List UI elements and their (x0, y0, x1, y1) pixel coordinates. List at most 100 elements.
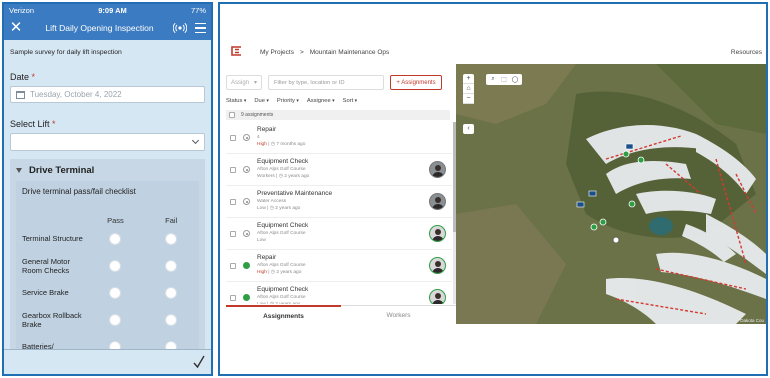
lasso-icon[interactable]: ◯ (510, 75, 520, 84)
assignment-priority: Low (257, 302, 266, 304)
assignment-age: 2 years ago (275, 302, 300, 304)
assignment-checkbox[interactable] (230, 166, 236, 173)
survey-phone-panel: Verizon 9:09 AM 77% ✕ Lift Daily Opening… (2, 2, 213, 376)
assignment-checkbox[interactable] (230, 294, 236, 301)
assignment-priority: High (257, 142, 267, 148)
assignment-item[interactable]: Equipment Check Afton Alps Golf Course Wor… (226, 154, 452, 186)
assignment-title: Repair (257, 126, 277, 134)
assignment-priority: Low (257, 238, 266, 244)
map-tool-bar: ⌕ ⬚ ◯ (486, 74, 522, 85)
worker-avatar[interactable] (429, 161, 446, 178)
assignment-checkbox[interactable] (230, 230, 236, 237)
fail-radio[interactable] (165, 259, 178, 272)
filter-input[interactable]: Filter by type, location or ID (268, 75, 384, 90)
panel-tabs: Assignments Workers (226, 305, 456, 325)
assignment-item[interactable]: Preventative Maintenance Water Access Low … (226, 186, 452, 218)
breadcrumb: My Projects > Mountain Maintenance Ops (260, 49, 389, 56)
filter-due[interactable]: Due (254, 98, 269, 104)
location-signal-icon[interactable] (171, 19, 189, 37)
assignment-title: Repair (257, 254, 277, 262)
assignment-priority: Low (257, 206, 266, 212)
pass-radio[interactable] (109, 259, 122, 272)
status-icon (243, 230, 250, 237)
worker-avatar[interactable] (429, 193, 446, 210)
tab-workers[interactable]: Workers (341, 306, 456, 325)
submit-check-icon[interactable] (193, 355, 205, 369)
row-label: General Motor Room Checks (22, 256, 70, 275)
lift-select[interactable] (10, 133, 205, 151)
assignment-meta: Low | ◷ 2 years ago (257, 206, 301, 212)
zoom-out-icon[interactable]: − (463, 94, 474, 104)
chevron-down-icon (191, 136, 200, 145)
assignment-checkbox[interactable] (230, 262, 236, 269)
survey-app-bar: ✕ Lift Daily Opening Inspection (4, 16, 211, 40)
workforce-web-app: My Projects > Mountain Maintenance Ops R… (218, 2, 768, 376)
assignment-priority: High (257, 270, 267, 276)
checklist-grid: Drive terminal pass/fail checklist Pass … (16, 181, 199, 360)
search-icon[interactable]: ⌕ (488, 75, 498, 84)
new-assignments-button[interactable]: + Assignments (390, 75, 442, 90)
survey-title: Lift Daily Opening Inspection (45, 23, 154, 33)
assignment-title: Preventative Maintenance (257, 190, 333, 198)
fail-radio[interactable] (165, 232, 178, 245)
fail-radio[interactable] (165, 286, 178, 299)
worker-avatar[interactable] (429, 257, 446, 274)
grid-row: Gearbox Rollback Brake (16, 306, 199, 333)
assignment-item[interactable]: Repair 4 High | ◷ 7 months ago (226, 122, 452, 154)
assignment-text: Equipment Check Afton Alps Golf Course Wor… (257, 158, 429, 181)
hamburger-menu-icon[interactable] (189, 22, 211, 34)
filter-assignee[interactable]: Assignee (307, 98, 335, 104)
pass-radio[interactable] (109, 313, 122, 326)
pass-radio[interactable] (109, 286, 122, 299)
assignment-location: Afton Alps Golf Course (257, 166, 306, 172)
assignment-age: 7 months ago (276, 142, 306, 148)
assignment-meta: High | ◷ 7 months ago (257, 142, 306, 148)
assignment-title: Equipment Check (257, 158, 309, 166)
assignment-checkbox[interactable] (230, 134, 236, 141)
zoom-in-icon[interactable]: + (463, 74, 474, 84)
status-icon (243, 294, 250, 301)
grid-title: Drive terminal pass/fail checklist (22, 187, 136, 196)
select-all-row: 9 assignments (226, 110, 450, 120)
assignment-list: Repair 4 High | ◷ 7 months ago Equipment Ch… (226, 122, 452, 304)
assignment-checkbox[interactable] (230, 198, 236, 205)
collapse-panel-icon[interactable]: ‹ (463, 124, 474, 134)
zoom-controls: + ⌂ − (463, 74, 474, 104)
fail-radio[interactable] (165, 313, 178, 326)
group-header[interactable]: Drive Terminal (10, 159, 205, 181)
worker-avatar[interactable] (429, 289, 446, 304)
assignment-text: Preventative Maintenance Water Access Low … (257, 190, 429, 213)
select-tool-icon[interactable]: ⬚ (499, 75, 509, 84)
assignment-text: Repair 4 High | ◷ 7 months ago (257, 126, 452, 149)
assignment-age: 2 years ago (284, 174, 310, 180)
assignment-title: Equipment Check (257, 286, 309, 294)
assignment-meta: High | ◷ 2 years ago (257, 270, 302, 276)
select-all-checkbox[interactable] (229, 112, 235, 118)
home-icon[interactable]: ⌂ (463, 84, 474, 94)
app-logo-icon[interactable] (230, 45, 242, 57)
status-icon (243, 166, 250, 173)
tab-assignments[interactable]: Assignments (226, 305, 341, 325)
phone-status-bar: Verizon 9:09 AM 77% (4, 4, 211, 16)
breadcrumb-root[interactable]: My Projects (260, 49, 294, 56)
filter-status[interactable]: Status (226, 98, 246, 104)
fail-column-header: Fail (165, 216, 178, 225)
assignment-meta: Low (257, 237, 429, 245)
assignment-toolbar: Assign ▾ Filter by type, location or ID +… (226, 75, 442, 90)
map-view[interactable]: + ⌂ − ⌕ ⬚ ◯ ‹ Dakota Cou (456, 64, 766, 324)
pass-column-header: Pass (107, 216, 124, 225)
assignment-item[interactable]: Repair Afton Alps Golf Course High | ◷ 2 y… (226, 250, 452, 282)
assignment-item[interactable]: Equipment Check Afton Alps Golf Course Low (226, 218, 452, 250)
assignment-location: Afton Alps Golf Course (257, 294, 306, 300)
close-icon[interactable]: ✕ (4, 16, 28, 40)
map-attribution: Dakota Cou (740, 318, 764, 323)
pass-radio[interactable] (109, 232, 122, 245)
assignment-title: Equipment Check (257, 222, 309, 230)
assign-dropdown[interactable]: Assign ▾ (226, 75, 262, 90)
filter-sort[interactable]: Sort (343, 98, 358, 104)
resources-link[interactable]: Resources (731, 49, 762, 56)
filter-priority[interactable]: Priority (277, 98, 299, 104)
date-field[interactable]: Tuesday, October 4, 2022 (10, 86, 205, 103)
assignment-item[interactable]: Equipment CheckAfton Alps Golf Course Low… (226, 282, 452, 304)
worker-avatar[interactable] (429, 225, 446, 242)
